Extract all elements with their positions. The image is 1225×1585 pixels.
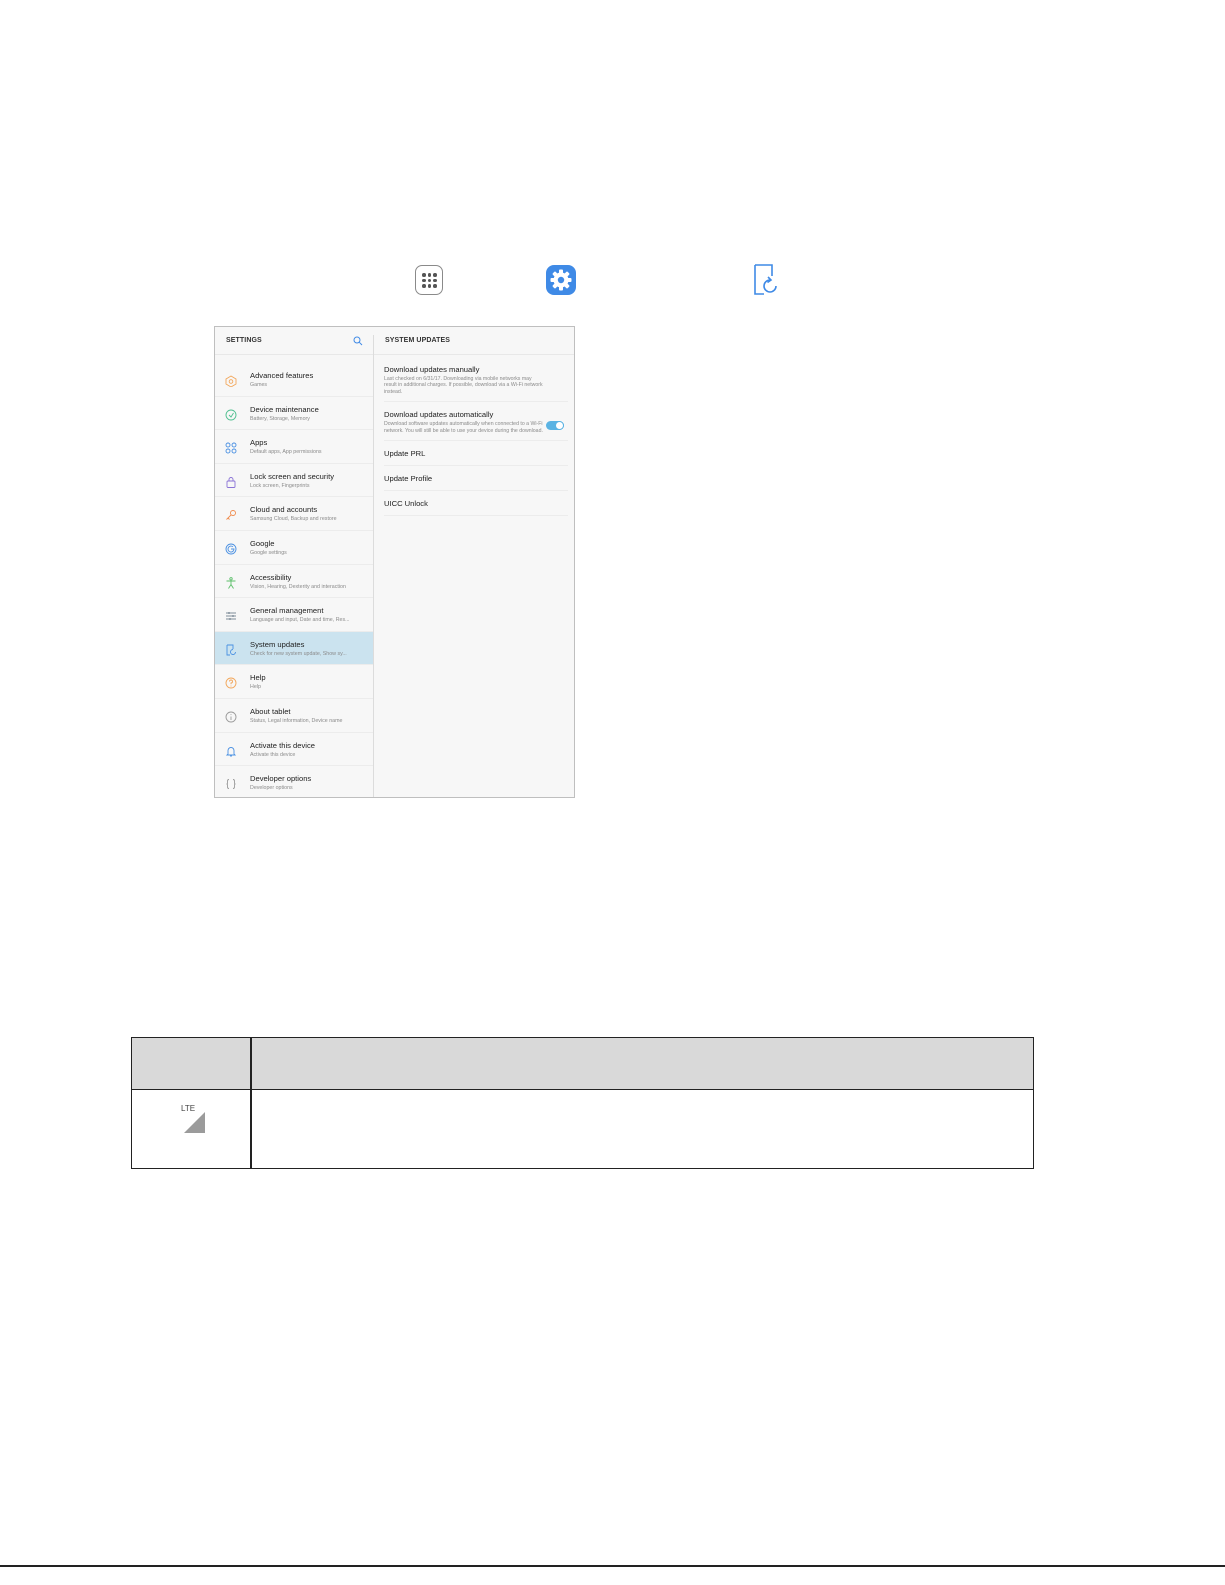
updates-list: Download updates manually Last checked o…	[374, 357, 574, 517]
apps-grid-icon	[415, 265, 443, 295]
signal-triangle	[184, 1112, 205, 1133]
update-prl-label: Update PRL	[384, 449, 426, 459]
settings-item-title: About tablet	[250, 706, 291, 716]
settings-item-title: Accessibility	[250, 572, 292, 582]
google-icon	[225, 542, 237, 555]
settings-item-title: Cloud and accounts	[250, 505, 318, 515]
braces-icon	[225, 777, 237, 790]
download-manually-desc: Last checked on 6/31/17. Downloading via…	[384, 376, 543, 395]
settings-screenshot: SETTINGS Advanced features Games Device ma…	[214, 326, 575, 798]
icon-table: LTE	[131, 1037, 1034, 1169]
settings-item[interactable]: Device maintenance Battery, Storage, Memo…	[215, 397, 373, 431]
settings-list: Advanced features Games Device maintenance…	[215, 363, 373, 797]
settings-header-title: SETTINGS	[226, 337, 262, 344]
auto-update-toggle[interactable]	[546, 421, 564, 431]
sliders-icon	[225, 609, 237, 621]
settings-item[interactable]: Cloud and accounts Samsung Cloud, Backup …	[215, 497, 373, 531]
lock-icon	[225, 475, 237, 488]
apps-icon	[225, 441, 237, 454]
toggle-knob	[555, 421, 564, 431]
system-updates-pane: SYSTEM UPDATES Download updates manually…	[374, 327, 574, 797]
system-updates-icon	[225, 643, 237, 656]
settings-item-subtitle: Google settings	[250, 549, 287, 556]
device-maintenance-icon	[225, 408, 237, 421]
settings-item[interactable]: Apps Default apps, App permissions	[215, 430, 373, 464]
download-manually-item[interactable]: Download updates manually Last checked o…	[384, 357, 568, 403]
settings-item[interactable]: Developer options Developer options	[215, 766, 373, 797]
settings-item[interactable]: About tablet Status, Legal information, D…	[215, 699, 373, 733]
settings-item[interactable]: Google Google settings	[215, 531, 373, 565]
settings-item-subtitle: Vision, Hearing, Dexterity and interacti…	[250, 583, 346, 590]
settings-item[interactable]: General management Language and input, Da…	[215, 598, 373, 632]
settings-item-title: Google	[250, 538, 275, 548]
settings-item-title: System updates	[250, 639, 305, 649]
settings-item-title: Advanced features	[250, 371, 314, 380]
settings-item-subtitle: Language and input, Date and time, Res..…	[250, 617, 350, 624]
settings-item[interactable]: Help Help	[215, 665, 373, 699]
settings-item-subtitle: Samsung Cloud, Backup and restore	[250, 516, 337, 523]
settings-item-title: Device maintenance	[250, 404, 319, 414]
settings-item-title: Apps	[250, 438, 268, 448]
settings-header: SETTINGS	[215, 327, 373, 355]
settings-item-subtitle: Developer options	[250, 785, 293, 792]
accessibility-icon	[225, 576, 237, 589]
settings-item[interactable]: Advanced features Games	[215, 363, 373, 397]
table-header-row	[132, 1038, 1033, 1090]
download-automatically-item[interactable]: Download updates automatically Download …	[384, 402, 568, 442]
settings-item-title: Activate this device	[250, 740, 315, 750]
info-icon	[225, 710, 237, 723]
search-icon[interactable]	[353, 336, 363, 346]
download-manually-title: Download updates manually	[384, 365, 480, 374]
lte-signal-icon: LTE	[172, 1104, 212, 1134]
system-updates-header-title: SYSTEM UPDATES	[385, 337, 451, 344]
settings-item-subtitle: Check for new system update, Show sy...	[250, 650, 347, 657]
update-profile-label: Update Profile	[384, 474, 433, 484]
settings-item-subtitle: Default apps, App permissions	[250, 449, 322, 456]
download-automatically-desc: Download software updates automatically …	[384, 421, 543, 434]
settings-item-title: General management	[250, 606, 324, 616]
settings-item-subtitle: Battery, Storage, Memory	[250, 415, 310, 422]
settings-item-subtitle: Activate this device	[250, 751, 296, 758]
settings-item[interactable]: Lock screen and security Lock screen, Fin…	[215, 464, 373, 498]
system-updates-icon	[752, 264, 780, 296]
key-icon	[225, 508, 237, 521]
settings-item-title: Developer options	[250, 774, 312, 784]
settings-item-subtitle: Lock screen, Fingerprints	[250, 482, 310, 489]
advanced-features-icon	[225, 374, 237, 388]
update-prl-item[interactable]: Update PRL	[384, 441, 568, 467]
settings-item-subtitle: Help	[250, 684, 261, 691]
uicc-unlock-item[interactable]: UICC Unlock	[384, 491, 568, 517]
bell-icon	[225, 744, 237, 756]
settings-item-subtitle: Games	[250, 382, 268, 388]
settings-pane: SETTINGS Advanced features Games Device ma…	[215, 327, 373, 797]
update-profile-item[interactable]: Update Profile	[384, 466, 568, 492]
help-icon	[225, 676, 237, 689]
table-column-divider	[250, 1038, 252, 1168]
download-automatically-title: Download updates automatically	[384, 410, 494, 420]
system-updates-header: SYSTEM UPDATES	[374, 327, 574, 355]
settings-item-title: Help	[250, 673, 266, 683]
settings-item-subtitle: Status, Legal information, Device name	[250, 717, 343, 724]
settings-item-title: Lock screen and security	[250, 471, 334, 481]
settings-item[interactable]: Activate this device Activate this device	[215, 733, 373, 767]
settings-item[interactable]: Accessibility Vision, Hearing, Dexterity …	[215, 565, 373, 599]
settings-gear-icon	[546, 265, 576, 295]
page-bottom-rule	[0, 1565, 1225, 1567]
settings-item[interactable]: System updates Check for new system updat…	[215, 631, 373, 666]
uicc-unlock-label: UICC Unlock	[384, 499, 428, 509]
